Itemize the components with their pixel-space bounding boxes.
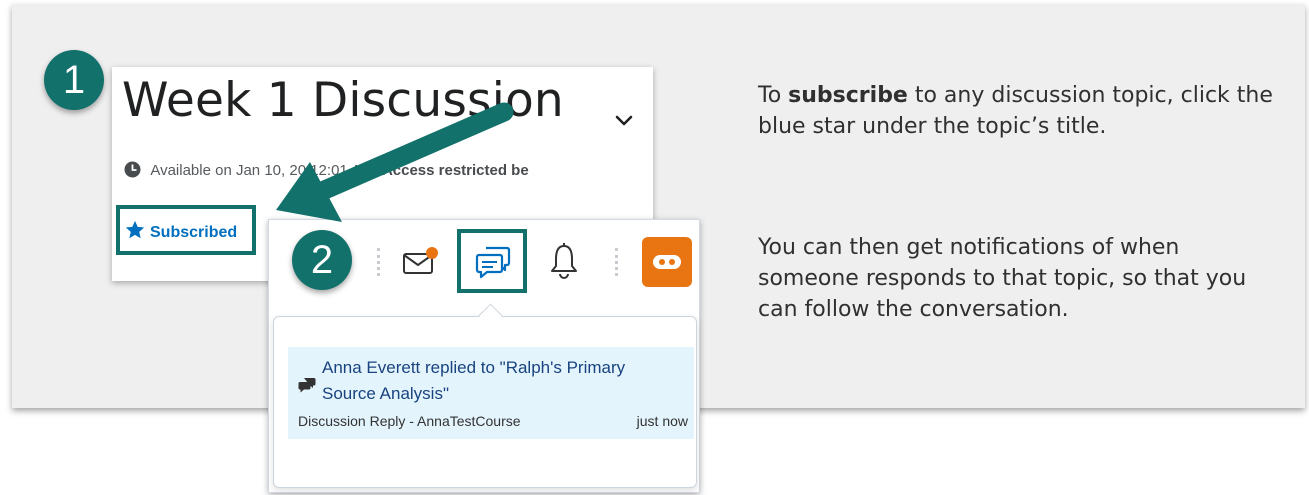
pointer-arrow <box>276 102 514 222</box>
subscribed-label: Subscribed <box>150 224 238 241</box>
step-2-badge: 2 <box>292 230 352 290</box>
notification-time: just now <box>636 413 688 429</box>
notification-source: Discussion Reply - AnnaTestCourse <box>298 413 521 429</box>
subscribed-highlight: Subscribed <box>116 205 256 255</box>
mail-icon[interactable] <box>401 244 441 278</box>
availability-prefix: Available on Jan 1 <box>150 162 273 179</box>
chevron-down-icon[interactable] <box>612 109 636 133</box>
message-alerts-highlight[interactable] <box>457 229 527 293</box>
orange-course-icon[interactable] <box>642 237 692 287</box>
notification-item[interactable]: Anna Everett replied to "Ralph's Primary… <box>288 347 694 439</box>
notification-title-link[interactable]: Anna Everett replied to "Ralph's Primary… <box>322 355 682 407</box>
clock-icon <box>124 161 141 178</box>
bell-icon[interactable] <box>549 242 579 280</box>
subscribed-button[interactable]: Subscribed <box>124 219 237 242</box>
course-logo-icon <box>653 255 681 269</box>
instruction-notifications: You can then get notifications of when s… <box>758 235 1247 322</box>
instruction-subscribe: To subscribe to any discussion topic, cl… <box>758 80 1278 142</box>
chat-bubbles-icon <box>475 246 511 279</box>
discussion-bubbles-icon <box>298 378 316 393</box>
instruction-text: To subscribe to any discussion topic, cl… <box>758 80 1278 322</box>
message-alerts-dropdown: Anna Everett replied to "Ralph's Primary… <box>273 316 697 488</box>
navbar-divider <box>615 248 620 276</box>
step-1-badge: 1 <box>44 50 104 110</box>
unread-dot <box>426 247 438 259</box>
star-icon <box>125 220 145 239</box>
instruction-bold-subscribe: subscribe <box>788 83 908 108</box>
navbar-divider <box>377 248 382 276</box>
instruction-prefix: To <box>758 83 789 108</box>
